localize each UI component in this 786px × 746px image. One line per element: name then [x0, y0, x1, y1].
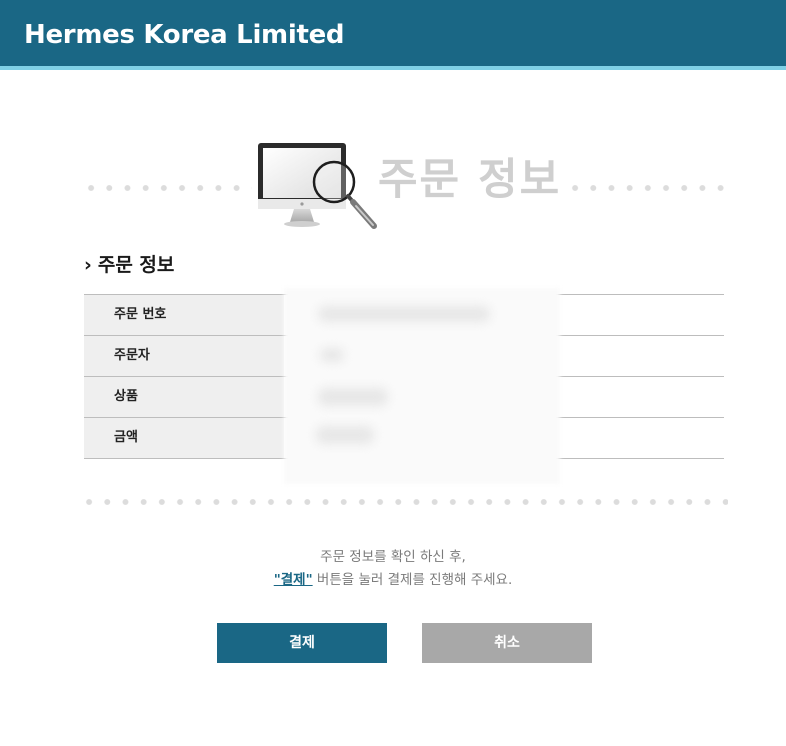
dotted-divider-bottom: [80, 498, 728, 506]
hero-title: 주문 정보: [378, 155, 562, 205]
orderer-label: 주문자: [84, 336, 284, 376]
instruction-line-1: 주문 정보를 확인 하신 후,: [320, 549, 466, 565]
instruction-line-2: "결제" 버튼을 눌러 결제를 진행해 주세요.: [0, 569, 786, 592]
chevron-right-icon: ›: [84, 254, 92, 276]
instruction-line-2-rest: 버튼을 눌러 결제를 진행해 주세요.: [312, 572, 513, 588]
section-title: › 주문 정보: [84, 252, 174, 278]
pay-keyword: "결제": [273, 572, 313, 588]
redacted-order-number: [318, 306, 490, 322]
page-header: Hermes Korea Limited: [0, 0, 786, 70]
cancel-button[interactable]: 취소: [422, 623, 592, 663]
redacted-product: [318, 388, 388, 406]
redacted-amount: [316, 426, 374, 444]
dotted-divider-top-right: [566, 184, 726, 192]
product-label: 상품: [84, 377, 284, 417]
dotted-divider-top-left: [82, 184, 252, 192]
pay-button[interactable]: 결제: [217, 623, 387, 663]
monitor-magnifier-icon: [252, 138, 380, 234]
order-number-label: 주문 번호: [84, 295, 284, 335]
instruction-text: 주문 정보를 확인 하신 후, "결제" 버튼을 눌러 결제를 진행해 주세요.: [0, 546, 786, 592]
brand-logo-text: Hermes Korea Limited: [24, 20, 345, 50]
section-title-text: 주문 정보: [97, 254, 175, 276]
amount-label: 금액: [84, 418, 284, 458]
redacted-orderer: [320, 348, 344, 362]
